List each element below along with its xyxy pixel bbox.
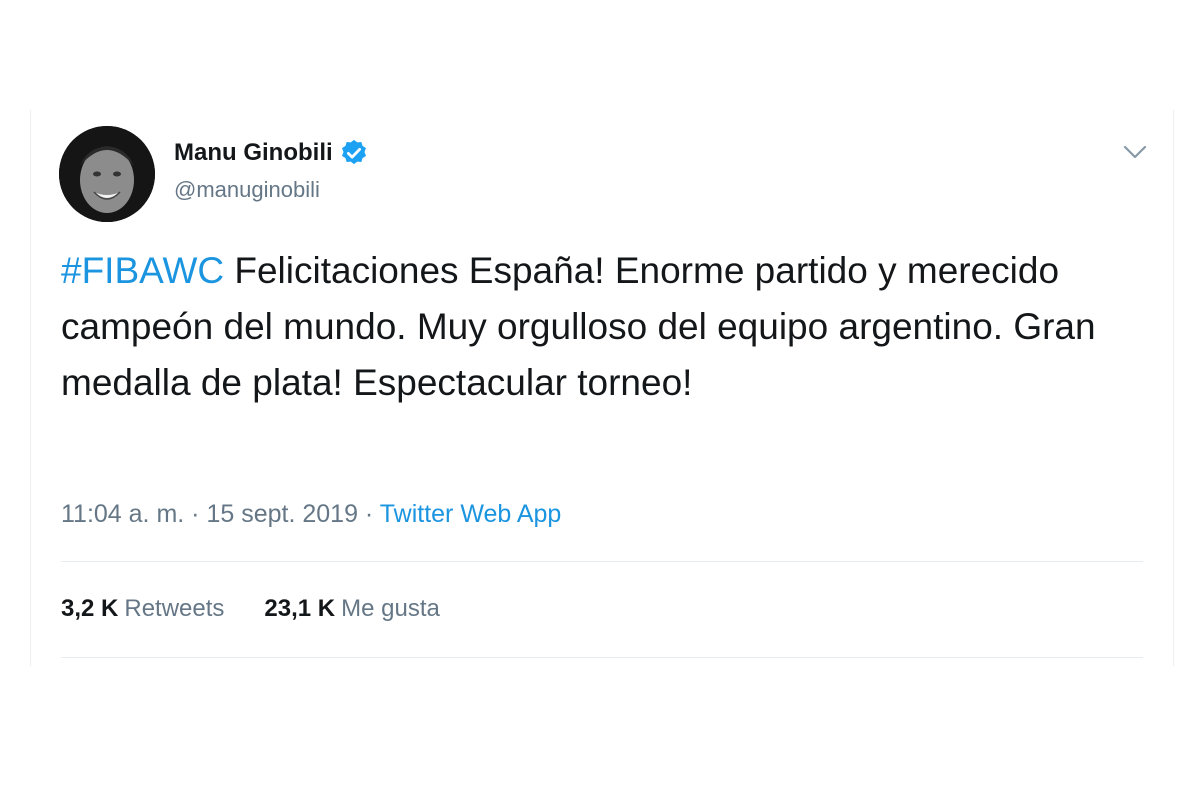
divider [61, 561, 1143, 562]
user-handle[interactable]: @manuginobili [174, 176, 320, 204]
verified-badge-icon [339, 138, 369, 168]
meta-separator: · [191, 500, 200, 528]
hashtag-link[interactable]: #FIBAWC [61, 250, 224, 291]
tweet-text: #FIBAWC Felicitaciones España! Enorme pa… [61, 243, 1141, 411]
likes-stat[interactable]: 23,1 K Me gusta [264, 594, 439, 624]
tweet-source-link[interactable]: Twitter Web App [380, 500, 562, 528]
divider [61, 657, 1143, 658]
retweets-count: 3,2 K [61, 595, 119, 622]
avatar-photo [59, 126, 155, 222]
likes-label: Me gusta [341, 595, 440, 622]
likes-count: 23,1 K [264, 595, 336, 622]
tweet-card: Manu Ginobili @manuginobili #FIBAWC Feli… [30, 110, 1174, 666]
chevron-down-icon[interactable] [1119, 136, 1151, 168]
retweets-label: Retweets [124, 595, 225, 622]
tweet-time[interactable]: 11:04 a. m. [61, 500, 184, 528]
tweet-metadata: 11:04 a. m. · 15 sept. 2019 · Twitter We… [61, 498, 561, 530]
tweet-date[interactable]: 15 sept. 2019 [206, 500, 358, 528]
display-name[interactable]: Manu Ginobili [174, 138, 333, 168]
author-name-row[interactable]: Manu Ginobili [174, 138, 369, 168]
avatar[interactable] [59, 126, 155, 222]
retweets-stat[interactable]: 3,2 K Retweets [61, 594, 224, 624]
meta-separator: · [364, 500, 374, 528]
tweet-stats: 3,2 K Retweets 23,1 K Me gusta [61, 594, 440, 624]
